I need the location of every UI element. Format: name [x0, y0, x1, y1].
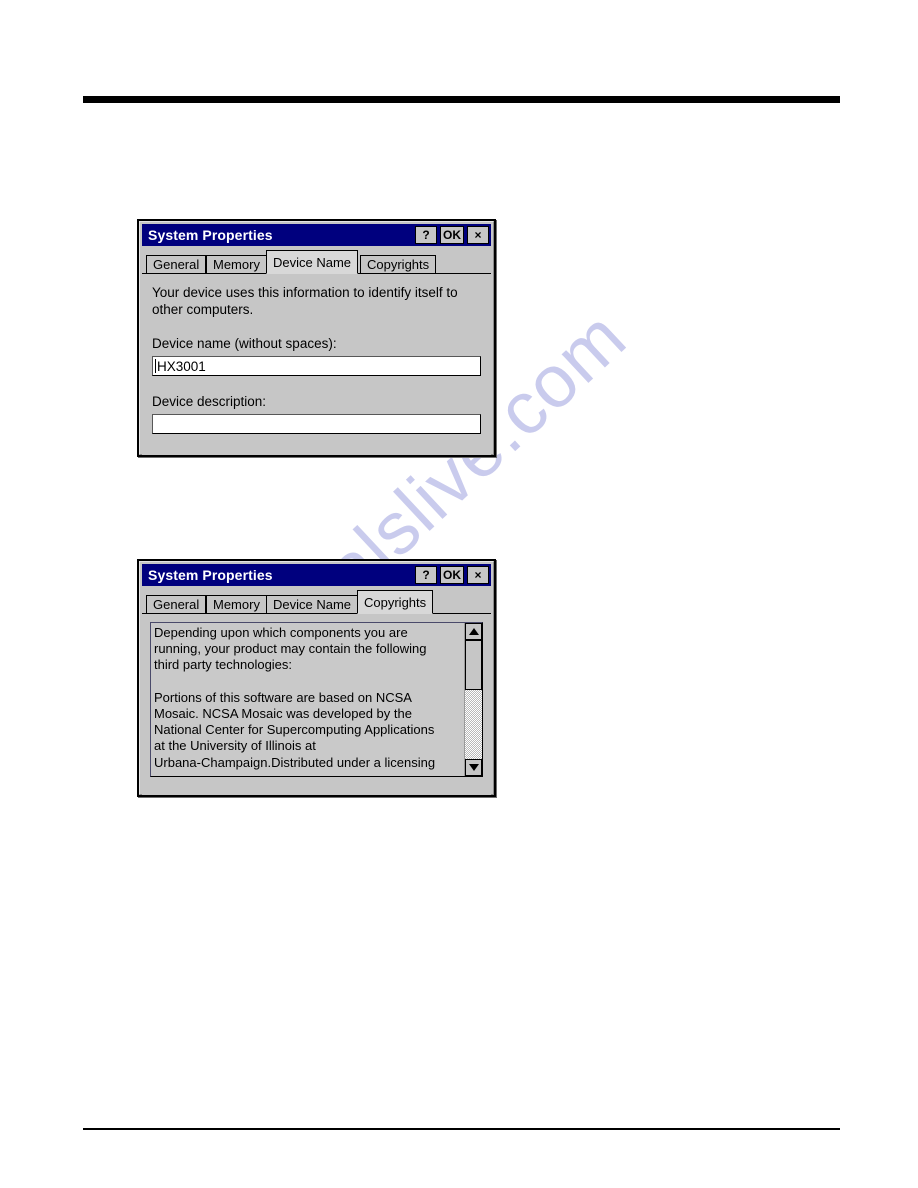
tab-memory[interactable]: Memory	[206, 255, 267, 274]
system-properties-device-name-dialog: System Properties ? OK × General Memory …	[137, 219, 496, 457]
scrollbar-thumb[interactable]	[465, 640, 482, 690]
help-button[interactable]: ?	[415, 226, 437, 244]
device-description-input[interactable]	[152, 414, 481, 434]
device-name-value: HX3001	[157, 358, 206, 374]
vertical-scrollbar[interactable]	[464, 623, 482, 776]
scrollbar-track[interactable]	[465, 640, 482, 759]
ok-button[interactable]: OK	[440, 566, 464, 584]
tab-device-name[interactable]: Device Name	[266, 595, 359, 614]
tab-strip: General Memory Device Name Copyrights	[142, 590, 491, 614]
window-title: System Properties	[148, 567, 273, 583]
help-button[interactable]: ?	[415, 566, 437, 584]
titlebar-buttons: ? OK ×	[415, 226, 489, 244]
tab-memory[interactable]: Memory	[206, 595, 267, 614]
triangle-down-icon	[468, 764, 479, 771]
triangle-up-icon	[468, 628, 479, 635]
tab-general[interactable]: General	[146, 595, 207, 614]
copyright-textarea[interactable]: Depending upon which components you are …	[150, 622, 483, 777]
titlebar[interactable]: System Properties ? OK ×	[142, 224, 491, 246]
tab-general[interactable]: General	[146, 255, 207, 274]
close-button[interactable]: ×	[467, 226, 489, 244]
window-title: System Properties	[148, 227, 273, 243]
ok-button[interactable]: OK	[440, 226, 464, 244]
device-name-input[interactable]: HX3001	[152, 356, 481, 376]
text-caret	[155, 359, 156, 373]
device-info-description: Your device uses this information to ide…	[152, 285, 458, 317]
tab-strip: General Memory Device Name Copyrights	[142, 250, 491, 274]
page-footer-rule	[83, 1128, 840, 1130]
system-properties-copyrights-dialog: System Properties ? OK × General Memory …	[137, 559, 496, 797]
device-name-label: Device name (without spaces):	[152, 336, 337, 351]
tab-page-device-name: Your device uses this information to ide…	[142, 273, 491, 455]
tab-device-name[interactable]: Device Name	[266, 250, 359, 274]
close-button[interactable]: ×	[467, 566, 489, 584]
page-header-rule	[83, 96, 840, 103]
copyright-text: Depending upon which components you are …	[154, 625, 436, 770]
tab-copyrights[interactable]: Copyrights	[360, 255, 437, 274]
titlebar[interactable]: System Properties ? OK ×	[142, 564, 491, 586]
titlebar-buttons: ? OK ×	[415, 566, 489, 584]
tab-page-copyrights: Depending upon which components you are …	[142, 613, 491, 795]
scroll-down-button[interactable]	[465, 759, 482, 776]
scroll-up-button[interactable]	[465, 623, 482, 640]
tab-copyrights[interactable]: Copyrights	[357, 590, 434, 614]
device-description-label: Device description:	[152, 394, 267, 409]
